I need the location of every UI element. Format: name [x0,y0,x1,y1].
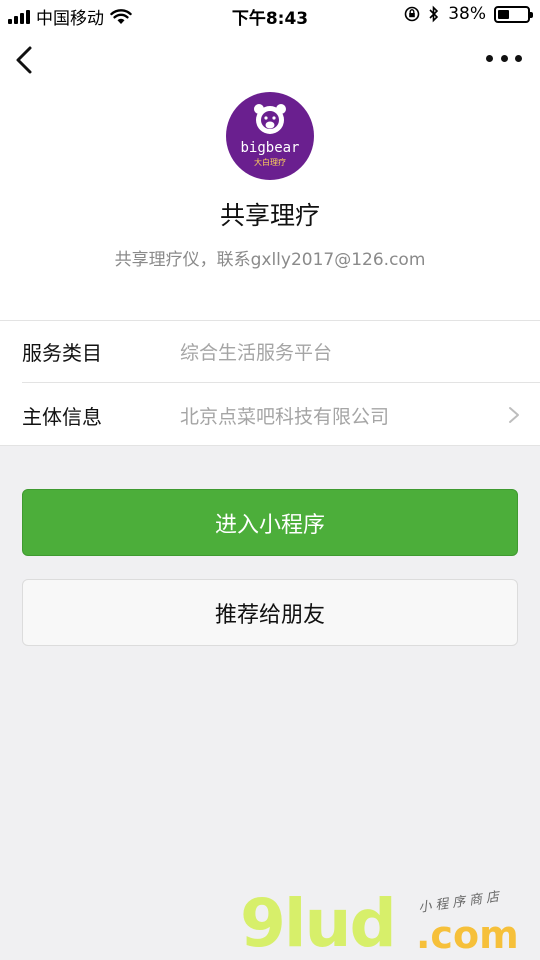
chevron-right-icon [509,407,519,423]
info-list: 服务类目 综合生活服务平台 主体信息 北京点菜吧科技有限公司 [0,320,540,446]
app-description: 共享理疗仪，联系gxlly2017@126.com [114,250,426,270]
watermark-tag: 小程序商店 [417,889,504,916]
more-dots-icon[interactable] [486,48,522,68]
rotation-lock-icon [404,6,420,22]
avatar: bigbear 大白理疗 [226,92,314,180]
entity-info-value: 北京点菜吧科技有限公司 [180,405,390,428]
watermark: 9lud 小程序商店 .com [240,885,540,960]
bear-logo-icon [254,104,286,134]
service-category-label: 服务类目 [22,341,102,365]
entity-info-label: 主体信息 [22,404,102,429]
watermark-domain: .com [416,913,519,957]
recommend-to-friend-button[interactable]: 推荐给朋友 [22,579,518,646]
battery-fill [498,9,509,19]
status-right: 38% [404,4,533,24]
chevron-left-icon[interactable] [12,44,36,76]
page-title: 共享理疗 [219,201,320,230]
mini-program-profile: bigbear 大白理疗 共享理疗 共享理疗仪，联系gxlly2017@126.… [0,30,540,320]
status-bar: 中国移动 下午8:43 38% [0,0,540,30]
enter-mini-program-button[interactable]: 进入小程序 [22,489,518,556]
entity-info-row[interactable]: 主体信息 北京点菜吧科技有限公司 [22,384,540,446]
watermark-main: 9lud [240,885,397,960]
logo-subtext: 大白理疗 [254,158,286,167]
bluetooth-icon [429,5,439,23]
service-category-row: 服务类目 综合生活服务平台 [22,321,540,383]
logo-text: bigbear [240,140,300,156]
battery-percent: 38% [448,4,486,24]
service-category-value: 综合生活服务平台 [180,342,333,364]
battery-icon [494,5,533,23]
